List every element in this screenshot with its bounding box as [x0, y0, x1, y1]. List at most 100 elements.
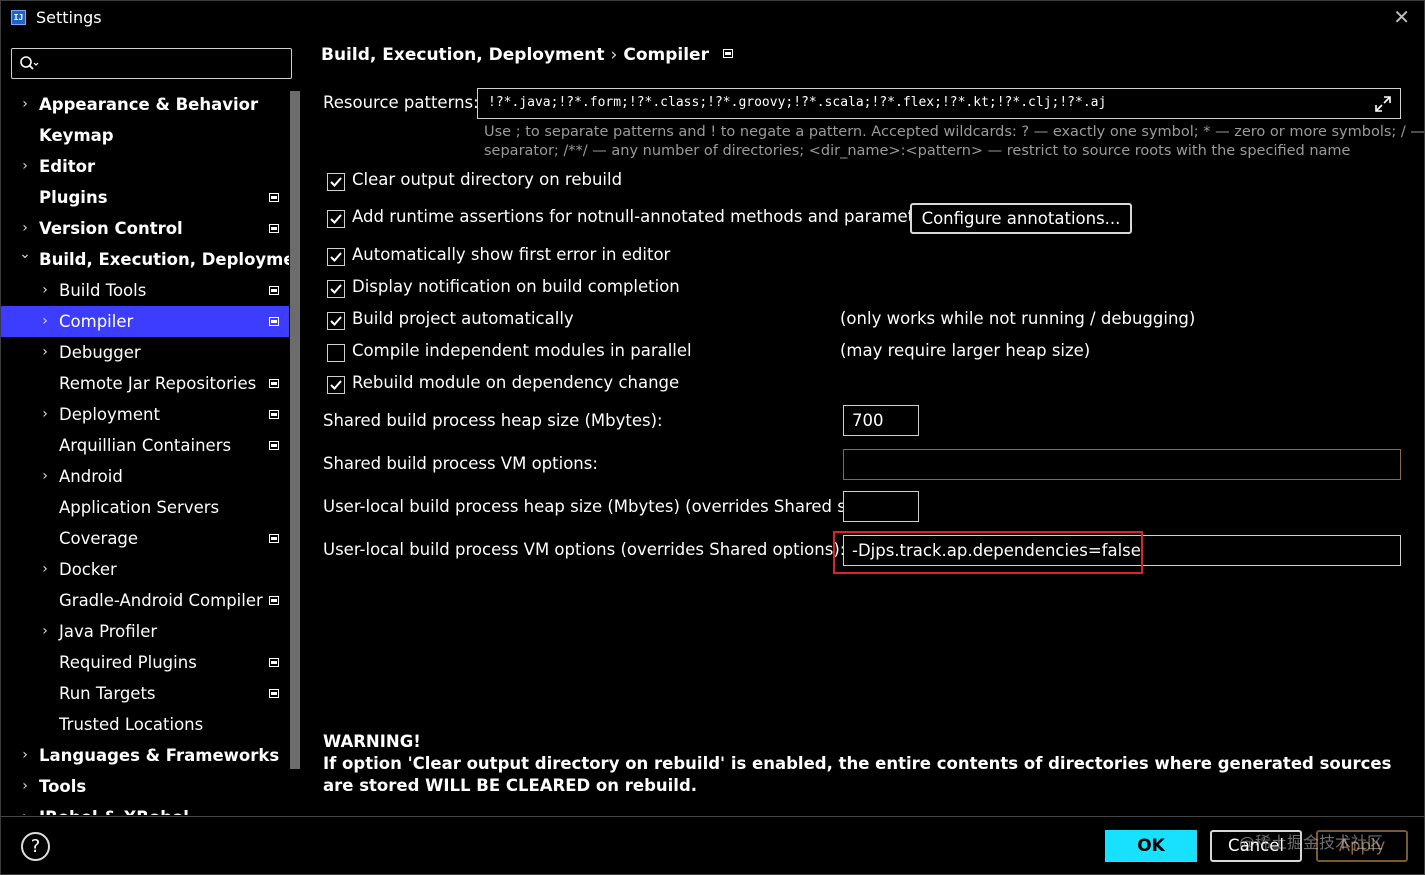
expand-icon[interactable]	[1374, 95, 1392, 113]
sidebar-item-required-plugins[interactable]: Required Plugins	[1, 647, 289, 678]
sidebar-item-jrebel-xrebel[interactable]: › JRebel & XRebel	[1, 802, 289, 815]
footer-divider	[1, 816, 1425, 817]
search-input[interactable]	[44, 52, 284, 75]
sidebar-item-languages-frameworks[interactable]: › Languages & Frameworks	[1, 740, 289, 771]
warning-title: WARNING!	[323, 732, 421, 751]
sidebar-scrollbar[interactable]	[290, 91, 300, 769]
sidebar-item-version-control[interactable]: › Version Control	[1, 213, 289, 244]
resource-patterns-field[interactable]: !?*.java;!?*.form;!?*.class;!?*.groovy;!…	[477, 88, 1401, 119]
chevron-right-icon[interactable]: ›	[18, 89, 32, 120]
project-scope-icon	[269, 379, 279, 388]
checkbox[interactable]	[327, 210, 345, 228]
sidebar-item-gradle-android-compiler[interactable]: Gradle-Android Compiler	[1, 585, 289, 616]
checkbox[interactable]	[327, 312, 345, 330]
chevron-right-icon[interactable]: ›	[38, 337, 52, 368]
checkbox[interactable]	[327, 376, 345, 394]
shared-vm-label: Shared build process VM options:	[323, 454, 598, 473]
sidebar-item-arquillian-containers[interactable]: Arquillian Containers	[1, 430, 289, 461]
checkbox[interactable]	[327, 280, 345, 298]
checkbox[interactable]	[327, 344, 345, 362]
sidebar-item-build-execution-deployment[interactable]: ⌄ Build, Execution, Deployment	[1, 244, 289, 275]
chevron-right-icon[interactable]: ›	[38, 461, 52, 492]
sidebar-item-keymap[interactable]: Keymap	[1, 120, 289, 151]
title-bar: IJ Settings ✕	[1, 1, 1425, 37]
shared-vm-input[interactable]	[843, 449, 1401, 480]
cancel-button[interactable]: Cancel	[1210, 830, 1302, 862]
user-vm-input[interactable]: -Djps.track.ap.dependencies=false	[843, 535, 1401, 566]
sidebar-item-editor[interactable]: › Editor	[1, 151, 289, 182]
configure-annotations-button[interactable]: Configure annotations...	[910, 203, 1132, 234]
sidebar-item-debugger[interactable]: › Debugger	[1, 337, 289, 368]
resource-patterns-label: Resource patterns:	[323, 93, 479, 112]
chevron-right-icon[interactable]: ›	[18, 771, 32, 802]
chevron-right-icon[interactable]: ›	[18, 740, 32, 771]
sidebar-item-label: Appearance & Behavior	[39, 95, 259, 114]
sidebar-item-tools[interactable]: › Tools	[1, 771, 289, 802]
checkbox-label[interactable]: Display notification on build completion	[352, 277, 680, 296]
sidebar-item-label: JRebel & XRebel	[39, 802, 189, 815]
checkbox-label[interactable]: Automatically show first error in editor	[352, 245, 670, 264]
checkbox-label[interactable]: Add runtime assertions for notnull-annot…	[352, 207, 940, 226]
checkmark-icon	[330, 316, 342, 326]
sidebar-item-label: Tools	[39, 777, 87, 796]
sidebar-item-application-servers[interactable]: Application Servers	[1, 492, 289, 523]
chevron-right-icon[interactable]: ›	[38, 306, 52, 337]
settings-search[interactable]	[11, 48, 292, 79]
project-scope-icon	[269, 658, 279, 667]
chevron-right-icon[interactable]: ›	[38, 399, 52, 430]
checkmark-icon	[330, 177, 342, 187]
sidebar-item-docker[interactable]: › Docker	[1, 554, 289, 585]
search-icon	[20, 56, 39, 70]
sidebar-item-compiler[interactable]: › Compiler	[1, 306, 289, 337]
checkmark-icon	[330, 284, 342, 294]
sidebar-item-label: Languages & Frameworks	[39, 746, 280, 765]
sidebar-item-java-profiler[interactable]: › Java Profiler	[1, 616, 289, 647]
close-icon[interactable]: ✕	[1393, 5, 1410, 29]
checkbox[interactable]	[327, 248, 345, 266]
chevron-right-icon[interactable]: ›	[18, 802, 32, 815]
sidebar-item-trusted-locations[interactable]: Trusted Locations	[1, 709, 289, 740]
sidebar-item-label: Required Plugins	[59, 653, 197, 672]
sidebar-item-label: Gradle-Android Compiler	[59, 591, 263, 610]
project-scope-icon	[269, 317, 279, 326]
help-button[interactable]: ?	[21, 832, 50, 861]
sidebar-item-build-tools[interactable]: › Build Tools	[1, 275, 289, 306]
checkbox-label[interactable]: Build project automatically	[352, 309, 574, 328]
sidebar-item-label: Coverage	[59, 529, 139, 548]
sidebar-item-plugins[interactable]: Plugins	[1, 182, 289, 213]
resource-patterns-hint-line1: Use ; to separate patterns and ! to nega…	[484, 124, 1425, 140]
checkbox-label[interactable]: Compile independent modules in parallel	[352, 341, 692, 360]
project-scope-icon	[722, 49, 733, 58]
sidebar-item-appearance-behavior[interactable]: › Appearance & Behavior	[1, 89, 289, 120]
chevron-right-icon[interactable]: ›	[38, 554, 52, 585]
sidebar-item-label: Run Targets	[59, 684, 156, 703]
sidebar-item-label: Editor	[39, 157, 96, 176]
chevron-right-icon[interactable]: ›	[38, 275, 52, 306]
option-note: (only works while not running / debuggin…	[840, 309, 1196, 328]
warning-text: If option 'Clear output directory on reb…	[323, 754, 1392, 795]
sidebar-item-deployment[interactable]: › Deployment	[1, 399, 289, 430]
sidebar-item-android[interactable]: › Android	[1, 461, 289, 492]
chevron-down-icon[interactable]: ⌄	[18, 239, 32, 270]
sidebar-item-run-targets[interactable]: Run Targets	[1, 678, 289, 709]
sidebar-item-label: Deployment	[59, 405, 160, 424]
project-scope-icon	[269, 224, 279, 233]
checkmark-icon	[330, 252, 342, 262]
sidebar-item-remote-jar-repositories[interactable]: Remote Jar Repositories	[1, 368, 289, 399]
sidebar-item-label: Keymap	[39, 126, 114, 145]
apply-button[interactable]: Apply	[1316, 830, 1408, 862]
chevron-right-icon[interactable]: ›	[38, 616, 52, 647]
settings-window: IJ Settings ✕ › Appearance & Behavior Keym…	[0, 0, 1425, 875]
shared-heap-input[interactable]: 700	[843, 405, 919, 436]
checkbox[interactable]	[327, 173, 345, 191]
sidebar-item-label: Build, Execution, Deployment	[39, 250, 289, 269]
breadcrumb-parent: Build, Execution, Deployment	[321, 45, 605, 65]
sidebar-item-coverage[interactable]: Coverage	[1, 523, 289, 554]
user-heap-input[interactable]	[843, 491, 919, 522]
checkbox-label[interactable]: Rebuild module on dependency change	[352, 373, 679, 392]
sidebar-item-label: Version Control	[39, 219, 183, 238]
ok-button[interactable]: OK	[1105, 830, 1197, 862]
checkmark-icon	[330, 214, 342, 224]
checkbox-label[interactable]: Clear output directory on rebuild	[352, 170, 622, 189]
chevron-right-icon[interactable]: ›	[18, 151, 32, 182]
